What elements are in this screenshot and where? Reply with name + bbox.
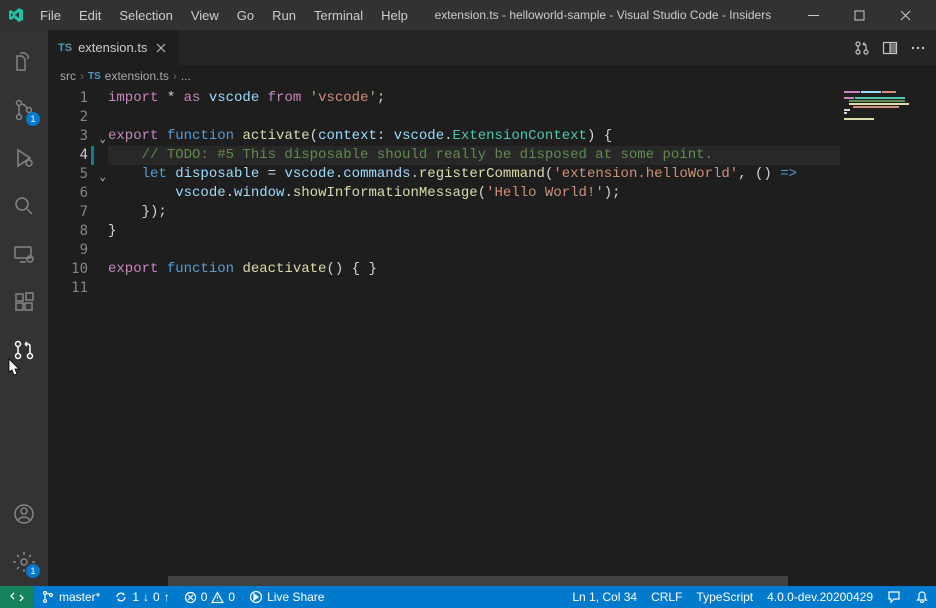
warning-count: 0 bbox=[228, 590, 235, 604]
problems-status[interactable]: 0 0 bbox=[177, 586, 242, 608]
vscode-insiders-logo-icon bbox=[8, 7, 24, 23]
code-editor[interactable]: 123⌄45⌄67891011 import * as vscode from … bbox=[48, 87, 936, 586]
window-controls bbox=[790, 0, 928, 30]
explorer-icon[interactable] bbox=[0, 38, 48, 86]
close-icon[interactable] bbox=[153, 40, 169, 56]
gutter: 123⌄45⌄67891011 bbox=[48, 87, 108, 586]
extensions-icon[interactable] bbox=[0, 278, 48, 326]
editor-actions bbox=[844, 30, 936, 65]
error-count: 0 bbox=[201, 590, 208, 604]
breadcrumb-folder[interactable]: src bbox=[60, 69, 76, 83]
split-editor-icon[interactable] bbox=[882, 40, 898, 56]
remote-explorer-icon[interactable] bbox=[0, 230, 48, 278]
line-number: 2 bbox=[48, 108, 108, 127]
menu-help[interactable]: Help bbox=[373, 4, 416, 27]
line-number: 9 bbox=[48, 241, 108, 260]
code-line[interactable]: export function activate(context: vscode… bbox=[108, 127, 840, 146]
line-number: 6 bbox=[48, 184, 108, 203]
code-line[interactable]: } bbox=[108, 222, 840, 241]
title-bar: FileEditSelectionViewGoRunTerminalHelp e… bbox=[0, 0, 936, 30]
settings-badge: 1 bbox=[26, 564, 40, 578]
git-sync-status[interactable]: 1↓ 0↑ bbox=[107, 586, 176, 608]
settings-gear-icon[interactable]: 1 bbox=[0, 538, 48, 586]
code-line[interactable]: import * as vscode from 'vscode'; bbox=[108, 89, 840, 108]
scrollbar-thumb[interactable] bbox=[168, 576, 788, 586]
code-line[interactable]: export function deactivate() { } bbox=[108, 260, 840, 279]
tab-label: extension.ts bbox=[78, 40, 147, 55]
typescript-file-icon: TS bbox=[88, 71, 101, 82]
live-share-status[interactable]: Live Share bbox=[242, 586, 331, 608]
editor-area: TS extension.ts src › TS extension.ts › … bbox=[48, 30, 936, 586]
editor-tabs: TS extension.ts bbox=[48, 30, 936, 65]
minimap-content bbox=[844, 91, 932, 121]
breadcrumbs[interactable]: src › TS extension.ts › ... bbox=[48, 65, 936, 87]
line-number: 7 bbox=[48, 203, 108, 222]
search-icon[interactable] bbox=[0, 182, 48, 230]
tab-extension-ts[interactable]: TS extension.ts bbox=[48, 30, 180, 65]
menu-bar: FileEditSelectionViewGoRunTerminalHelp bbox=[32, 4, 416, 27]
activity-bar: 1 1 bbox=[0, 30, 48, 586]
window-title: extension.ts - helloworld-sample - Visua… bbox=[416, 8, 790, 22]
remote-indicator[interactable] bbox=[0, 586, 34, 608]
typescript-file-icon: TS bbox=[58, 42, 72, 54]
typescript-version-status[interactable]: 4.0.0-dev.20200429 bbox=[760, 586, 880, 608]
feedback-icon[interactable] bbox=[880, 586, 908, 608]
menu-edit[interactable]: Edit bbox=[71, 4, 109, 27]
menu-view[interactable]: View bbox=[183, 4, 227, 27]
scm-badge: 1 bbox=[26, 112, 40, 126]
menu-selection[interactable]: Selection bbox=[111, 4, 180, 27]
source-control-icon[interactable]: 1 bbox=[0, 86, 48, 134]
code-content[interactable]: import * as vscode from 'vscode'; export … bbox=[108, 87, 840, 586]
menu-go[interactable]: Go bbox=[229, 4, 262, 27]
minimize-button[interactable] bbox=[790, 0, 836, 30]
code-line[interactable]: // TODO: #5 This disposable should reall… bbox=[108, 146, 840, 165]
code-line[interactable] bbox=[108, 108, 840, 127]
line-number: 1 bbox=[48, 89, 108, 108]
more-actions-icon[interactable] bbox=[910, 40, 926, 56]
eol-status[interactable]: CRLF bbox=[644, 586, 689, 608]
horizontal-scrollbar[interactable] bbox=[108, 576, 840, 586]
menu-file[interactable]: File bbox=[32, 4, 69, 27]
code-line[interactable] bbox=[108, 279, 840, 298]
sync-down: 1 bbox=[132, 590, 139, 604]
notifications-icon[interactable] bbox=[908, 586, 936, 608]
menu-terminal[interactable]: Terminal bbox=[306, 4, 371, 27]
close-button[interactable] bbox=[882, 0, 928, 30]
code-line[interactable]: vscode.window.showInformationMessage('He… bbox=[108, 184, 840, 203]
line-number: 5⌄ bbox=[48, 165, 108, 184]
minimap[interactable] bbox=[840, 87, 936, 586]
line-number: 10 bbox=[48, 260, 108, 279]
line-number: 8 bbox=[48, 222, 108, 241]
menu-run[interactable]: Run bbox=[264, 4, 304, 27]
code-line[interactable]: let disposable = vscode.commands.registe… bbox=[108, 165, 840, 184]
code-line[interactable]: }); bbox=[108, 203, 840, 222]
code-line[interactable] bbox=[108, 241, 840, 260]
sync-up: 0 bbox=[153, 590, 160, 604]
status-bar: master* 1↓ 0↑ 0 0 Live Share Ln 1, Col 3… bbox=[0, 586, 936, 608]
live-share-label: Live Share bbox=[267, 590, 324, 604]
chevron-right-icon: › bbox=[80, 69, 84, 83]
git-branch-status[interactable]: master* bbox=[34, 586, 107, 608]
line-number: 11 bbox=[48, 279, 108, 298]
accounts-icon[interactable] bbox=[0, 490, 48, 538]
cursor-position-status[interactable]: Ln 1, Col 34 bbox=[565, 586, 644, 608]
github-pr-icon[interactable] bbox=[0, 326, 48, 374]
run-debug-icon[interactable] bbox=[0, 134, 48, 182]
language-mode-status[interactable]: TypeScript bbox=[689, 586, 760, 608]
line-number: 4 bbox=[48, 146, 108, 165]
branch-name: master* bbox=[59, 590, 100, 604]
compare-changes-icon[interactable] bbox=[854, 40, 870, 56]
chevron-right-icon: › bbox=[173, 69, 177, 83]
maximize-button[interactable] bbox=[836, 0, 882, 30]
breadcrumb-symbol[interactable]: ... bbox=[181, 69, 191, 83]
breadcrumb-file[interactable]: extension.ts bbox=[105, 69, 169, 83]
line-number: 3⌄ bbox=[48, 127, 108, 146]
